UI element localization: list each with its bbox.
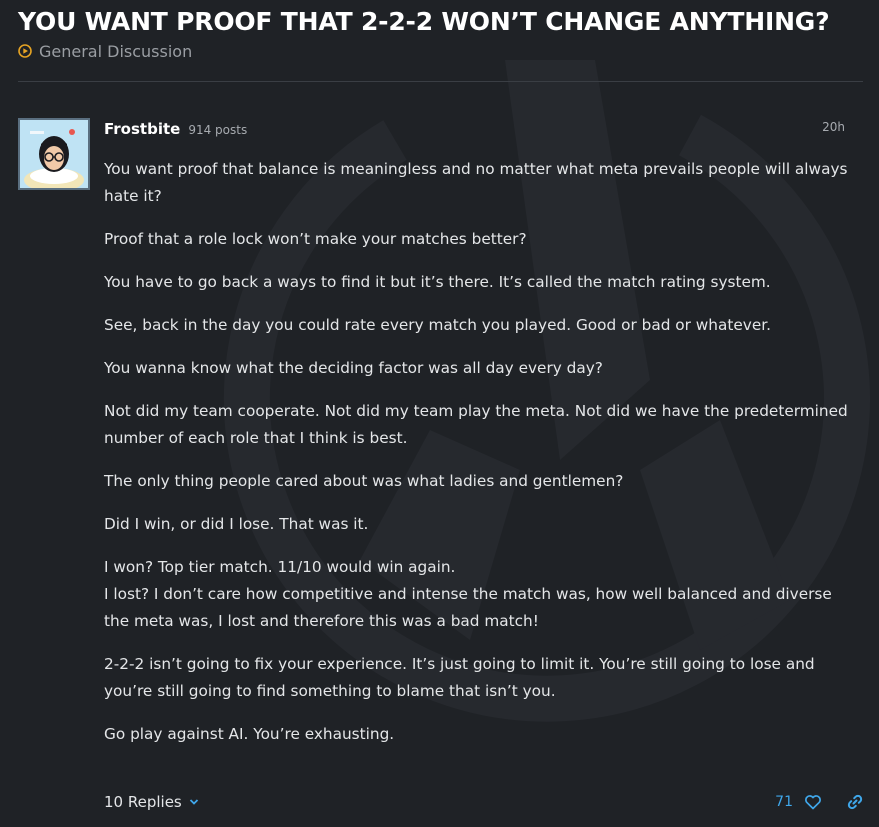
avatar-image (20, 120, 88, 188)
post-paragraph: Not did my team cooperate. Not did my te… (104, 402, 848, 447)
post-line: I lost? I don’t care how competitive and… (104, 585, 832, 630)
avatar[interactable] (18, 118, 90, 190)
replies-label: 10 Replies (104, 793, 182, 811)
post-line: I won? Top tier match. 11/10 would win a… (104, 558, 456, 576)
topic-header: YOU WANT PROOF THAT 2-2-2 WON’T CHANGE A… (18, 0, 863, 61)
post-paragraph: Go play against AI. You’re exhausting. (104, 725, 395, 743)
likes: 71 (775, 793, 822, 811)
post-body: You want proof that balance is meaningle… (104, 156, 849, 764)
post-paragraph: You wanna know what the deciding factor … (104, 359, 603, 377)
chevron-down-icon (189, 799, 198, 805)
username[interactable]: Frostbite (104, 120, 180, 138)
category-play-icon (18, 44, 32, 58)
topic-title: YOU WANT PROOF THAT 2-2-2 WON’T CHANGE A… (18, 7, 830, 36)
category-link[interactable]: General Discussion (39, 42, 192, 61)
post-paragraph: I won? Top tier match. 11/10 would win a… (104, 554, 849, 635)
post-count: 914 posts (188, 123, 248, 137)
heart-icon[interactable] (804, 793, 822, 811)
link-icon[interactable] (846, 793, 864, 811)
post-paragraph: You want proof that balance is meaningle… (104, 160, 848, 205)
header-divider (18, 81, 863, 82)
post-paragraph: Did I win, or did I lose. That was it. (104, 515, 369, 533)
like-count[interactable]: 71 (775, 794, 793, 810)
post-footer: 10 Replies 71 (104, 790, 864, 816)
post-meta: Frostbite 914 posts (104, 120, 247, 138)
replies-toggle-button[interactable]: 10 Replies (104, 793, 199, 811)
post-paragraph: You have to go back a ways to find it bu… (104, 273, 771, 291)
post-paragraph: The only thing people cared about was wh… (104, 472, 624, 490)
post-paragraph: 2-2-2 isn’t going to fix your experience… (104, 655, 815, 700)
post-paragraph: Proof that a role lock won’t make your m… (104, 230, 527, 248)
category-breadcrumb[interactable]: General Discussion (18, 41, 863, 61)
post-paragraph: See, back in the day you could rate ever… (104, 316, 771, 334)
post-timestamp[interactable]: 20h (822, 120, 845, 134)
